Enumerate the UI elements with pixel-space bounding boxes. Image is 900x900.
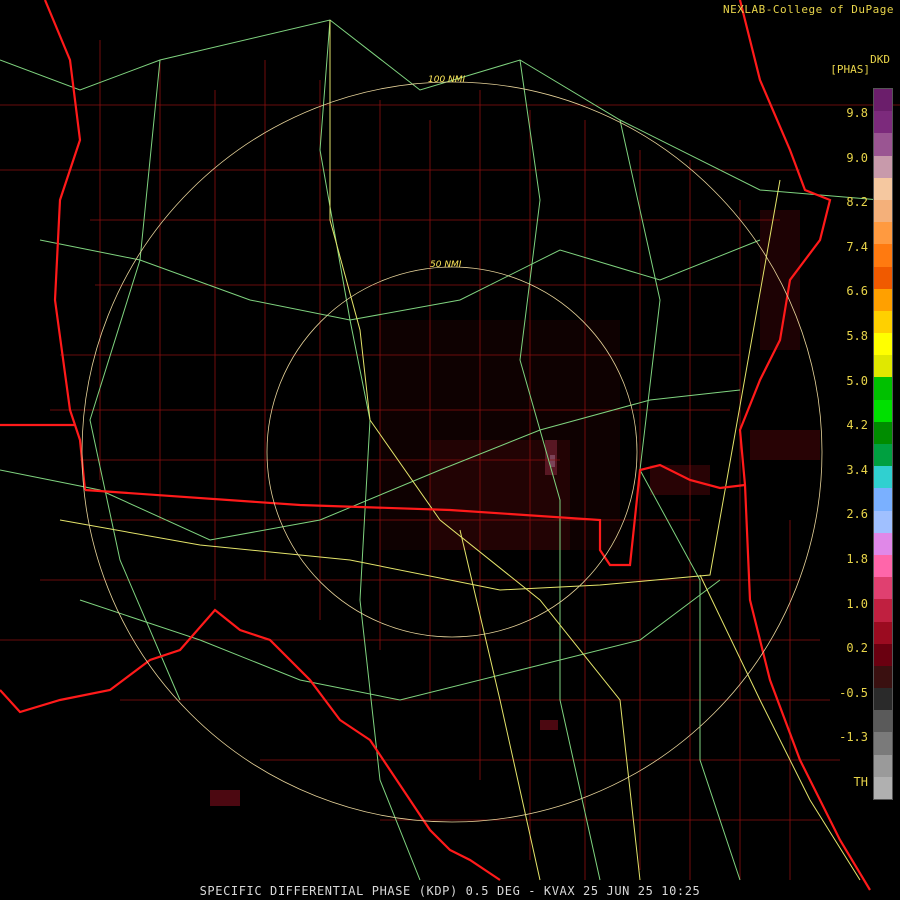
legend-units-subtitle: [PHAS] — [830, 63, 870, 76]
color-scale-tick-label: 1.8 — [846, 552, 868, 566]
color-swatch — [874, 754, 892, 777]
color-scale-tick-label: 5.0 — [846, 373, 868, 388]
color-scale-tick-label: 6.6 — [846, 284, 868, 299]
color-scale-tick-label: TH — [853, 775, 868, 789]
color-scale-tick-label: 3.4 — [846, 462, 868, 477]
color-scale-tick-label: 9.8 — [846, 106, 868, 120]
color-swatch — [874, 222, 892, 245]
product-caption: SPECIFIC DIFFERENTIAL PHASE (KDP) 0.5 DE… — [199, 884, 701, 898]
color-swatch — [874, 710, 892, 733]
color-swatch — [874, 577, 892, 600]
color-swatch — [874, 155, 892, 178]
color-scale-tick-label: 7.4 — [846, 239, 868, 254]
color-swatch — [874, 488, 892, 511]
color-swatch — [874, 288, 892, 311]
color-swatch — [874, 111, 892, 134]
color-scale-tick-label: 2.6 — [846, 507, 868, 522]
color-swatch — [874, 377, 892, 400]
color-swatch — [874, 177, 892, 200]
color-scale-tick-label: -1.3 — [839, 730, 868, 745]
color-swatch — [874, 333, 892, 356]
color-swatch — [874, 599, 892, 622]
color-swatch — [874, 355, 892, 378]
color-swatch — [874, 244, 892, 267]
credit-text: NEXLAB-College of DuPage — [723, 3, 894, 16]
range-ring-label-100: 100 NMI — [428, 75, 466, 85]
color-swatch — [874, 510, 892, 533]
color-swatch — [874, 688, 892, 711]
color-swatch — [874, 665, 892, 689]
color-swatch — [874, 444, 892, 467]
color-swatch — [874, 732, 892, 755]
color-swatch — [874, 532, 892, 555]
color-scale-tick-label: 1.0 — [846, 596, 868, 611]
color-swatch — [874, 421, 892, 444]
color-swatch — [874, 554, 892, 578]
color-swatch — [874, 89, 892, 112]
color-swatch — [874, 199, 892, 223]
range-ring-label-50: 50 NMI — [430, 260, 462, 270]
radar-map: 100 NMI 50 NMI — [0, 0, 900, 900]
color-swatch — [874, 621, 892, 644]
color-swatch — [874, 643, 892, 666]
legend-units-title: DKD — [870, 53, 890, 66]
color-scale-tick-label: 5.8 — [846, 329, 868, 343]
color-swatch — [874, 399, 892, 422]
color-scale-tick-label: 8.2 — [846, 195, 868, 210]
color-scale-tick-label: 0.2 — [846, 641, 868, 656]
color-swatch — [874, 310, 892, 334]
color-swatch — [874, 776, 892, 799]
color-scale-tick-label: -0.5 — [839, 685, 868, 700]
color-swatch — [874, 133, 892, 156]
color-swatch — [874, 466, 892, 489]
color-scale-tick-label: 9.0 — [846, 150, 868, 165]
color-scale-tick-label: 4.2 — [846, 418, 868, 433]
color-scale-bar — [873, 88, 893, 800]
color-swatch — [874, 266, 892, 289]
